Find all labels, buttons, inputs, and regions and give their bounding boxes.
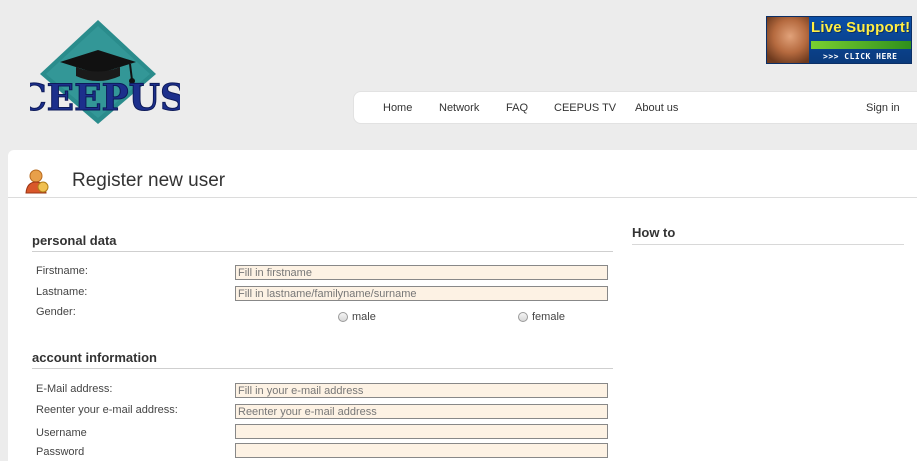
nav-about-us[interactable]: About us xyxy=(635,102,678,114)
main-panel: Register new user personal data Firstnam… xyxy=(8,150,917,461)
section-personal-data: personal data xyxy=(32,233,613,252)
support-agent-icon xyxy=(767,17,809,63)
radio-button-icon[interactable] xyxy=(518,312,528,322)
nav-home[interactable]: Home xyxy=(383,102,412,114)
username-input[interactable] xyxy=(235,424,608,439)
lastname-input[interactable] xyxy=(235,286,608,301)
section-account-information: account information xyxy=(32,350,613,369)
radio-button-icon[interactable] xyxy=(338,312,348,322)
live-support-cta[interactable]: >>> CLICK HERE xyxy=(823,52,897,61)
main-nav: Home Network FAQ CEEPUS TV About us Sign… xyxy=(353,91,917,124)
firstname-input[interactable] xyxy=(235,265,608,280)
lastname-label: Lastname: xyxy=(36,286,88,298)
howto-heading: How to xyxy=(632,225,904,245)
ceepus-logo[interactable]: CEEPUS xyxy=(18,18,187,128)
gender-female-radio[interactable]: female xyxy=(518,311,565,323)
email-input[interactable] xyxy=(235,383,608,398)
page-title: Register new user xyxy=(72,170,226,191)
nav-sign-in[interactable]: Sign in xyxy=(866,102,900,114)
nav-ceepus-tv[interactable]: CEEPUS TV xyxy=(554,102,616,114)
email-confirm-label: Reenter your e-mail address: xyxy=(36,404,178,416)
page-title-row: Register new user xyxy=(8,150,917,198)
live-support-bar xyxy=(811,41,911,49)
firstname-label: Firstname: xyxy=(36,265,88,277)
live-support-banner[interactable]: Live Support! >>> CLICK HERE xyxy=(766,16,912,64)
gender-female-label: female xyxy=(532,311,566,323)
site-header: CEEPUS Live Support! >>> CLICK HERE Home… xyxy=(0,0,917,150)
gender-male-label: male xyxy=(352,311,376,323)
nav-faq[interactable]: FAQ xyxy=(506,102,528,114)
gender-label: Gender: xyxy=(36,306,76,318)
username-label: Username xyxy=(36,427,87,439)
user-icon xyxy=(24,168,50,194)
live-support-title: Live Support! xyxy=(811,19,911,36)
email-label: E-Mail address: xyxy=(36,383,113,395)
password-input[interactable] xyxy=(235,443,608,458)
email-confirm-input[interactable] xyxy=(235,404,608,419)
gender-male-radio[interactable]: male xyxy=(338,311,376,323)
logo-text: CEEPUS xyxy=(30,77,180,119)
password-label: Password xyxy=(36,446,85,458)
nav-network[interactable]: Network xyxy=(439,102,479,114)
